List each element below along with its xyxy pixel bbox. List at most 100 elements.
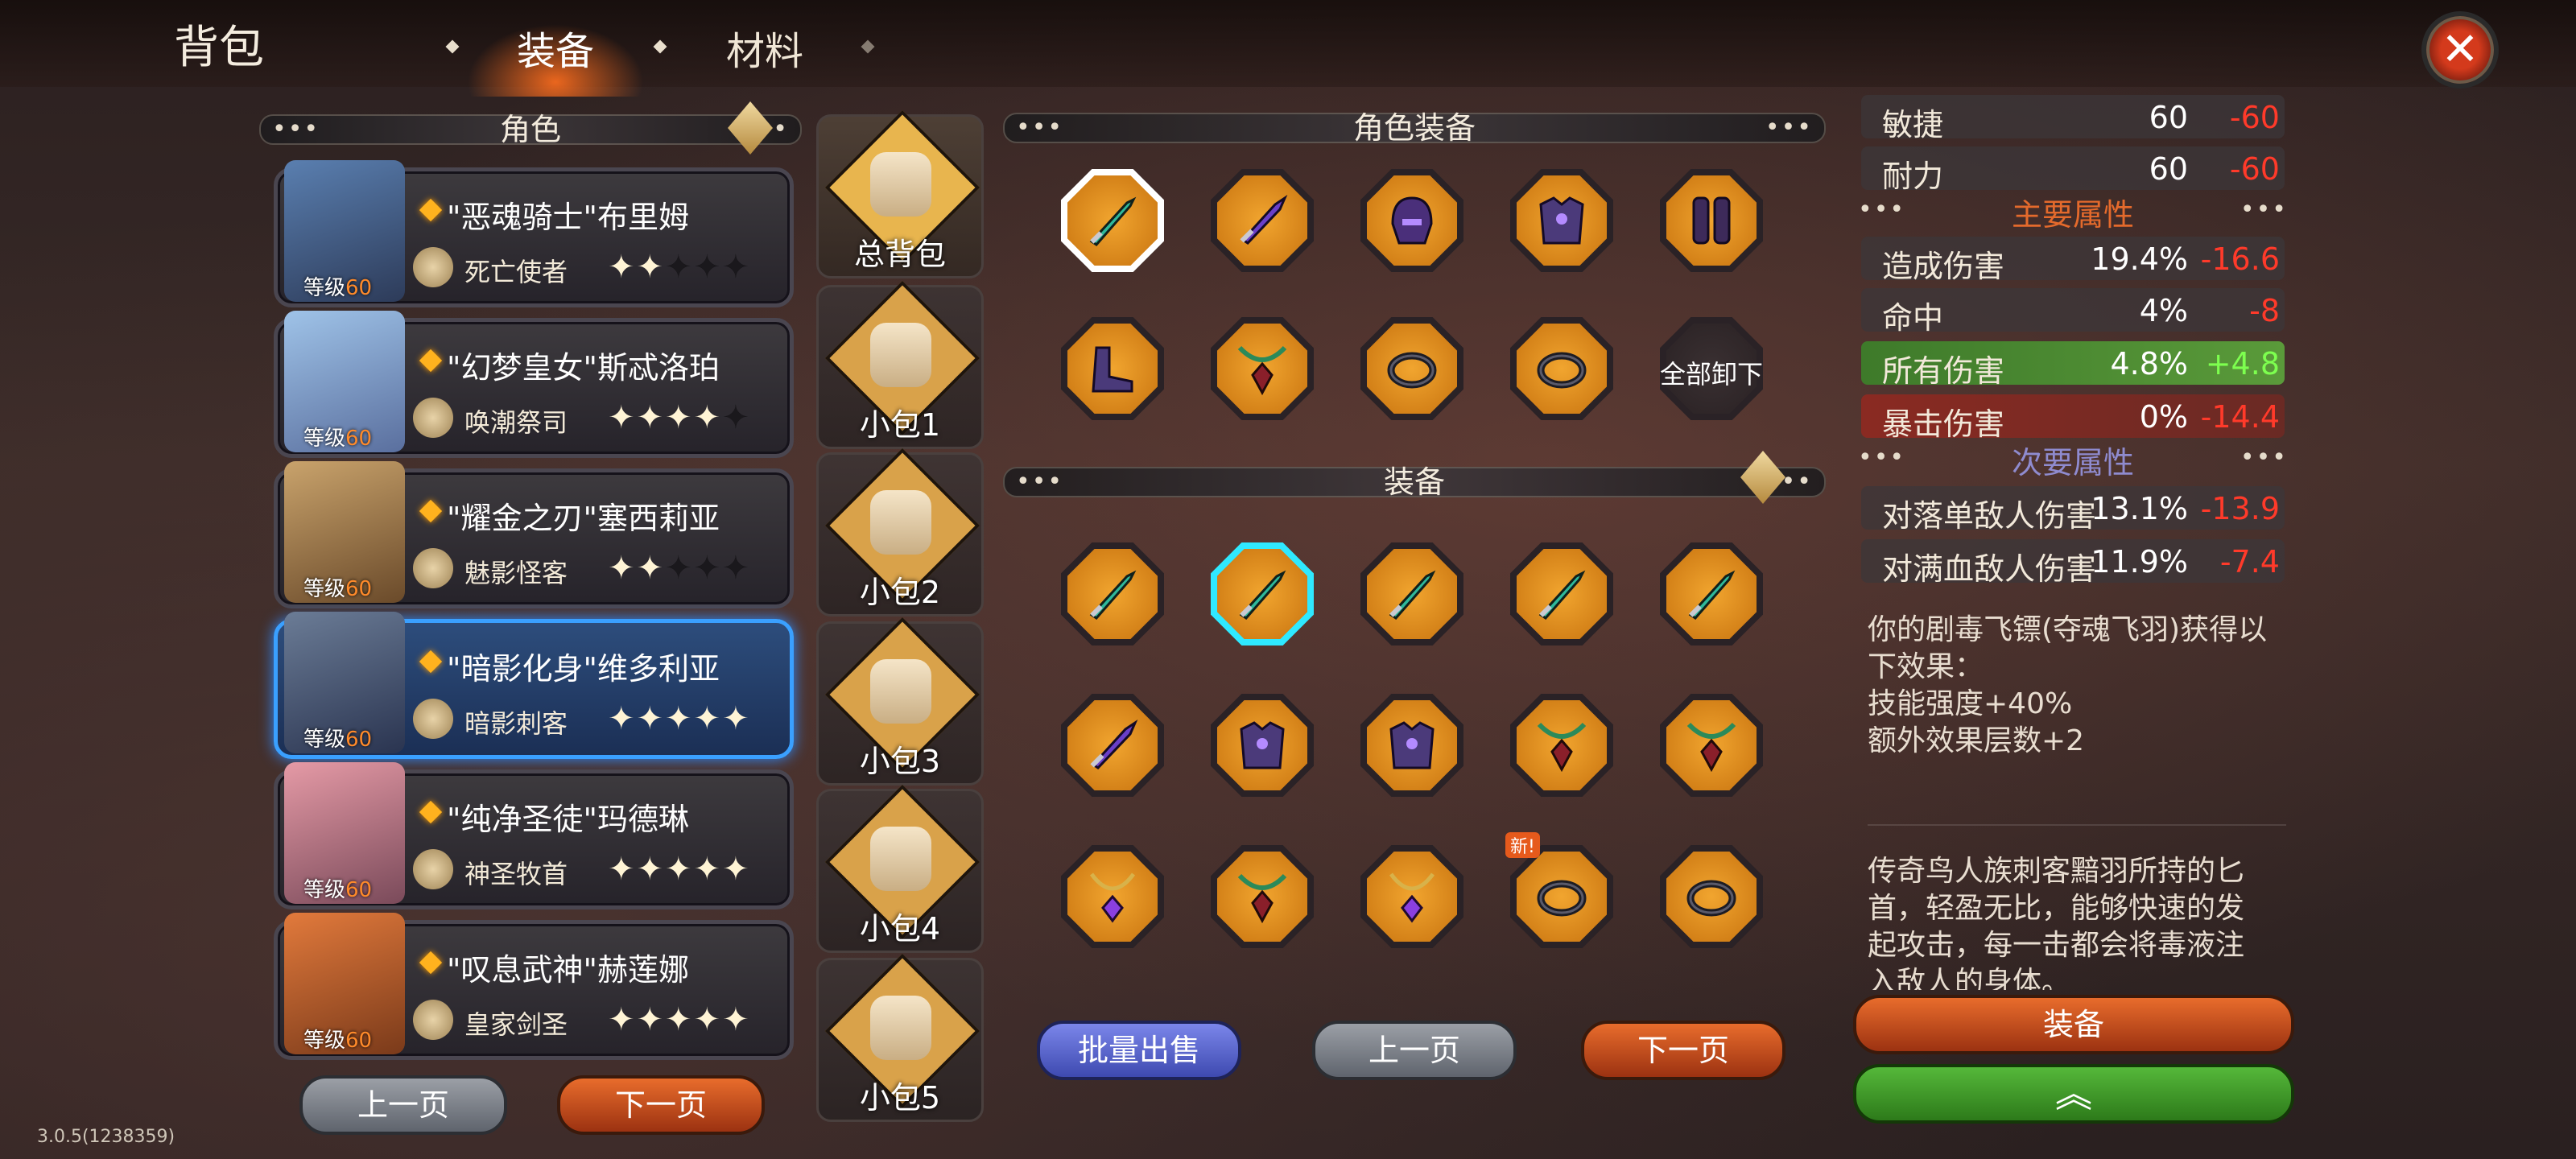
inventory-slot[interactable] bbox=[1053, 534, 1172, 654]
batch-sell-button[interactable]: 批量出售 bbox=[1037, 1021, 1241, 1080]
class-name: 死亡使者 bbox=[464, 257, 568, 287]
equip-button[interactable]: 装备 bbox=[1853, 995, 2294, 1054]
tab-equipment[interactable]: 装备 bbox=[517, 19, 594, 76]
bag-small[interactable]: 小包4 bbox=[816, 784, 984, 953]
stat-name: 对落单敌人伤害 bbox=[1882, 498, 2097, 534]
bag-small[interactable]: 小包3 bbox=[816, 617, 984, 786]
class-name: 神圣牧首 bbox=[464, 859, 568, 889]
equipped-slot[interactable] bbox=[1502, 161, 1621, 280]
equipped-slot[interactable] bbox=[1652, 161, 1771, 280]
character-name: "幻梦皇女"斯忒洛珀 bbox=[447, 350, 720, 386]
characters-next-button[interactable]: 下一页 bbox=[557, 1075, 765, 1135]
inventory-next-button[interactable]: 下一页 bbox=[1581, 1021, 1785, 1080]
equipped-slot[interactable] bbox=[1053, 161, 1172, 280]
sword-icon bbox=[1240, 194, 1288, 245]
level-label: 等级60 bbox=[303, 878, 373, 902]
new-badge: 新! bbox=[1505, 832, 1540, 858]
character-card[interactable]: 等级60 "纯净圣徒"玛德琳 神圣牧首 ✦✦✦✦✦ bbox=[274, 762, 794, 909]
inventory-slot[interactable] bbox=[1053, 686, 1172, 805]
character-card[interactable]: 等级60 "耀金之刃"塞西莉亚 魅影怪客 ✦✦✦✦✦ bbox=[274, 461, 794, 608]
bag-small[interactable]: 小包5 bbox=[816, 953, 984, 1122]
equipped-slot[interactable] bbox=[1502, 309, 1621, 428]
effect-line: 额外效果层数+2 bbox=[1868, 724, 2085, 757]
stat-name: 敏捷 bbox=[1882, 107, 1944, 142]
armor-icon bbox=[1389, 721, 1435, 769]
inventory-slot[interactable]: 新! bbox=[1502, 832, 1621, 956]
bag-label: 小包2 bbox=[859, 575, 941, 610]
stat-value: 19.4% bbox=[2091, 241, 2188, 277]
stat-row: 所有伤害 4.8% +4.8 bbox=[1861, 341, 2285, 389]
character-name: "叹息武神"赫莲娜 bbox=[447, 952, 689, 988]
level-label: 等级60 bbox=[303, 1029, 373, 1053]
character-card[interactable]: 等级60 "暗影化身"维多利亚 暗影刺客 ✦✦✦✦✦ bbox=[274, 612, 794, 759]
stat-diff: -7.4 bbox=[2219, 544, 2280, 580]
class-icon bbox=[413, 699, 453, 739]
dagger-icon bbox=[1089, 570, 1137, 620]
backpack-icon bbox=[870, 152, 931, 217]
equipped-slot[interactable] bbox=[1203, 161, 1322, 280]
close-button[interactable]: ✕ bbox=[2421, 11, 2499, 89]
inventory-slot[interactable] bbox=[1203, 534, 1322, 654]
dagger-icon bbox=[1089, 196, 1137, 246]
ring-icon bbox=[1537, 352, 1587, 389]
inventory-prev-button[interactable]: 上一页 bbox=[1312, 1021, 1517, 1080]
stat-name: 暴击伤害 bbox=[1882, 406, 2005, 442]
character-equipment-header: ••• 角色装备 ••• bbox=[1003, 113, 1826, 143]
effect-line: 你的剧毒飞镖(夺魂飞羽)获得以 bbox=[1868, 613, 2268, 646]
armor-icon bbox=[1240, 721, 1285, 769]
bag-small[interactable]: 小包2 bbox=[816, 448, 984, 617]
inventory-slot[interactable] bbox=[1502, 534, 1621, 654]
stat-name: 所有伤害 bbox=[1882, 353, 2005, 389]
gem-icon bbox=[419, 499, 443, 523]
bag-small[interactable]: 小包1 bbox=[816, 280, 984, 449]
stat-value: 4% bbox=[2139, 293, 2188, 328]
page-title: 背包 bbox=[174, 22, 264, 74]
gem-icon bbox=[419, 349, 443, 373]
class-name: 魅影怪客 bbox=[464, 558, 568, 588]
stat-row: 暴击伤害 0% -14.4 bbox=[1861, 394, 2285, 442]
inventory-slot[interactable] bbox=[1352, 534, 1472, 654]
class-name: 暗影刺客 bbox=[464, 708, 568, 739]
expand-button[interactable]: ︽ bbox=[1853, 1064, 2294, 1124]
inventory-slot[interactable] bbox=[1652, 837, 1771, 956]
inventory-title: 装备 bbox=[1383, 464, 1445, 500]
equipped-slot[interactable] bbox=[1053, 309, 1172, 428]
dagger-icon bbox=[1688, 570, 1736, 620]
character-name: "暗影化身"维多利亚 bbox=[447, 651, 720, 687]
inventory-slot[interactable] bbox=[1502, 686, 1621, 805]
stat-row: 对落单敌人伤害 13.1% -13.9 bbox=[1861, 486, 2285, 534]
main-stats-header: ••• 主要属性 ••• bbox=[1858, 196, 2288, 233]
tab-materials[interactable]: 材料 bbox=[726, 19, 803, 76]
stat-name: 对满血敌人伤害 bbox=[1882, 551, 2097, 587]
equipped-slot[interactable] bbox=[1352, 161, 1472, 280]
stat-diff: -8 bbox=[2249, 293, 2280, 328]
characters-prev-button[interactable]: 上一页 bbox=[299, 1075, 507, 1135]
backpack-icon bbox=[870, 323, 931, 387]
inventory-slot[interactable] bbox=[1203, 837, 1322, 956]
gem-icon bbox=[419, 198, 443, 222]
star-rating: ✦✦✦✦✦ bbox=[608, 1001, 751, 1038]
inventory-slot[interactable] bbox=[1053, 837, 1172, 956]
chevron-up-icon: ︽ bbox=[2055, 1072, 2092, 1116]
inventory-slot[interactable] bbox=[1203, 686, 1322, 805]
inventory-slot[interactable] bbox=[1352, 837, 1472, 956]
top-bar bbox=[0, 0, 2576, 87]
inventory-slot[interactable] bbox=[1652, 534, 1771, 654]
character-name: "耀金之刃"塞西莉亚 bbox=[447, 501, 720, 536]
inventory-slot[interactable] bbox=[1352, 686, 1472, 805]
stat-value: 0% bbox=[2139, 399, 2188, 435]
character-card[interactable]: 等级60 "幻梦皇女"斯忒洛珀 唤潮祭司 ✦✦✦✦✦ bbox=[274, 311, 794, 458]
equipped-slot[interactable] bbox=[1352, 309, 1472, 428]
effect-line: 下效果： bbox=[1868, 650, 1984, 683]
inventory-slot[interactable] bbox=[1652, 686, 1771, 805]
bag-total[interactable]: 总背包 bbox=[816, 109, 984, 278]
character-card[interactable]: 等级60 "叹息武神"赫莲娜 皇家剑圣 ✦✦✦✦✦ bbox=[274, 913, 794, 1060]
stat-row: 命中 4% -8 bbox=[1861, 288, 2285, 336]
inventory-header: ••• 装备 ••• bbox=[1003, 467, 1826, 497]
star-rating: ✦✦✦✦✦ bbox=[608, 249, 751, 286]
ring-icon bbox=[1686, 880, 1736, 917]
unequip-all-button[interactable]: 全部卸下 bbox=[1652, 309, 1771, 428]
character-card[interactable]: 等级60 "恶魂骑士"布里姆 死亡使者 ✦✦✦✦✦ bbox=[274, 160, 794, 307]
equipped-slot[interactable] bbox=[1203, 309, 1322, 428]
filter-icon[interactable] bbox=[728, 101, 773, 155]
